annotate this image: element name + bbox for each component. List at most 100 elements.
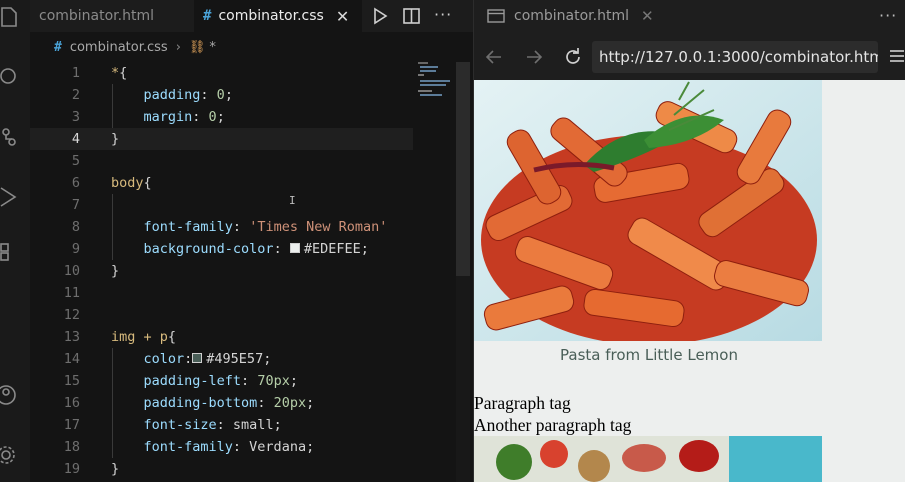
activity-bar	[0, 0, 30, 482]
code-text: }	[111, 458, 119, 480]
minimap[interactable]	[418, 62, 456, 98]
code-token: :	[184, 351, 193, 367]
code-token: *	[111, 65, 120, 81]
tab-label: combinator.html	[39, 8, 154, 24]
search-icon[interactable]	[0, 66, 20, 88]
line-number: 7	[71, 197, 80, 213]
reload-icon[interactable]	[561, 45, 585, 69]
code-token: {	[167, 329, 177, 345]
more-actions-icon[interactable]: ···	[879, 6, 897, 25]
code-text: body{	[111, 172, 152, 194]
settings-gear-icon[interactable]	[0, 444, 20, 466]
close-icon[interactable]: ✕	[336, 7, 349, 26]
code-token: 0	[216, 87, 225, 103]
tab-combinator-css[interactable]: # combinator.css ✕	[194, 0, 362, 32]
code-line[interactable]: 11	[30, 282, 413, 304]
code-token: padding-bottom	[111, 395, 258, 411]
address-bar[interactable]: http://127.0.0.1:3000/combinator.html	[592, 41, 878, 73]
tab-combinator-html[interactable]: combinator.html	[30, 0, 194, 32]
color-swatch[interactable]	[289, 243, 300, 253]
code-text: font-family: Verdana;	[111, 436, 315, 458]
code-line[interactable]: 16 padding-bottom: 20px;	[30, 392, 413, 414]
code-line[interactable]: 5	[30, 150, 413, 172]
code-token: img + p	[111, 329, 168, 345]
color-swatch[interactable]	[192, 353, 203, 363]
line-number: 13	[63, 329, 80, 345]
code-line[interactable]: 17 font-size: small;	[30, 414, 413, 436]
run-debug-icon[interactable]	[0, 186, 20, 208]
code-text: background-color: #EDEFEE;	[111, 238, 369, 260]
split-editor-icon[interactable]	[402, 6, 422, 26]
code-line[interactable]: 6 body{	[30, 172, 413, 194]
tab-preview[interactable]: combinator.html ✕	[474, 0, 654, 32]
code-line[interactable]: 4}	[30, 128, 413, 150]
line-number: 11	[63, 285, 80, 301]
code-token: #EDEFEE;	[303, 241, 369, 257]
code-token: :	[273, 241, 290, 257]
code-line[interactable]: 13 img + p{	[30, 326, 413, 348]
page-viewport[interactable]: Pasta from Little Lemon Paragraph tag An…	[474, 80, 905, 482]
line-number: 4	[71, 131, 80, 147]
forward-arrow-icon[interactable]	[522, 45, 546, 69]
code-token: background-color	[111, 241, 274, 257]
code-token: font-family	[111, 219, 233, 235]
back-arrow-icon[interactable]	[482, 45, 506, 69]
scrollbar-thumb[interactable]	[456, 62, 470, 276]
code-line[interactable]: 8 font-family: 'Times New Roman'	[30, 216, 413, 238]
code-token: :	[192, 109, 209, 125]
account-icon[interactable]	[0, 384, 20, 406]
code-token: font-family	[111, 439, 233, 455]
code-line[interactable]: 7	[30, 194, 413, 216]
code-token: ;	[289, 373, 298, 389]
code-line[interactable]: 3 margin: 0;	[30, 106, 413, 128]
code-token: :	[257, 395, 274, 411]
code-line[interactable]: 18 font-family: Verdana;	[30, 436, 413, 458]
line-number: 15	[63, 373, 80, 389]
code-line[interactable]: 1 *{	[30, 62, 413, 84]
code-line[interactable]: 12	[30, 304, 413, 326]
code-token: #495E57;	[206, 351, 272, 367]
simple-browser-panel: combinator.html ✕ ··· http://127.0.0.1:3…	[473, 0, 905, 482]
code-token: :	[200, 87, 217, 103]
code-text: }	[111, 128, 119, 150]
source-control-icon[interactable]	[0, 126, 20, 148]
line-number: 8	[71, 219, 80, 235]
browser-icon	[487, 9, 505, 23]
more-actions-icon[interactable]: ···	[434, 5, 452, 24]
line-number: 17	[63, 417, 80, 433]
close-icon[interactable]: ✕	[641, 7, 654, 25]
breadcrumb-symbol[interactable]: *	[209, 40, 216, 55]
code-token: ;	[216, 109, 225, 125]
code-text: padding: 0;	[111, 84, 233, 106]
code-line[interactable]: 14 color: #495E57;	[30, 348, 413, 370]
code-token: ;	[224, 87, 233, 103]
line-number: 9	[71, 241, 80, 257]
code-line[interactable]: 10}	[30, 260, 413, 282]
code-line[interactable]: 15 padding-left: 70px;	[30, 370, 413, 392]
code-text: font-size: small;	[111, 414, 282, 436]
code-text: margin: 0;	[111, 106, 225, 128]
code-line[interactable]: 19}	[30, 458, 413, 480]
code-token: :	[232, 219, 250, 235]
line-number: 19	[63, 461, 80, 477]
code-token: 20px	[273, 395, 307, 411]
code-line[interactable]: 2 padding: 0;	[30, 84, 413, 106]
code-line[interactable]: 9 background-color: #EDEFEE;	[30, 238, 413, 260]
breadcrumb-separator: ›	[175, 39, 181, 55]
image-caption: Pasta from Little Lemon	[560, 346, 738, 364]
files-icon[interactable]	[0, 6, 20, 28]
run-icon[interactable]	[370, 6, 390, 26]
code-token: margin	[111, 109, 193, 125]
code-editor: combinator.html # combinator.css ✕ ··· #…	[30, 0, 473, 482]
code-area[interactable]: I 1 *{2 padding: 0; 3 margin: 0; 4} 5 6 body{7…	[30, 62, 473, 482]
line-number: 14	[63, 351, 80, 367]
breadcrumb-file[interactable]: combinator.css	[70, 40, 168, 55]
code-token: padding	[111, 87, 201, 103]
line-number: 3	[71, 109, 80, 125]
extensions-icon[interactable]	[0, 240, 20, 262]
code-text: color: #495E57;	[111, 348, 272, 370]
line-number: 18	[63, 439, 80, 455]
code-token: {	[143, 175, 152, 191]
menu-icon[interactable]	[888, 48, 905, 64]
selector-symbol-icon: ⛓	[188, 39, 206, 55]
